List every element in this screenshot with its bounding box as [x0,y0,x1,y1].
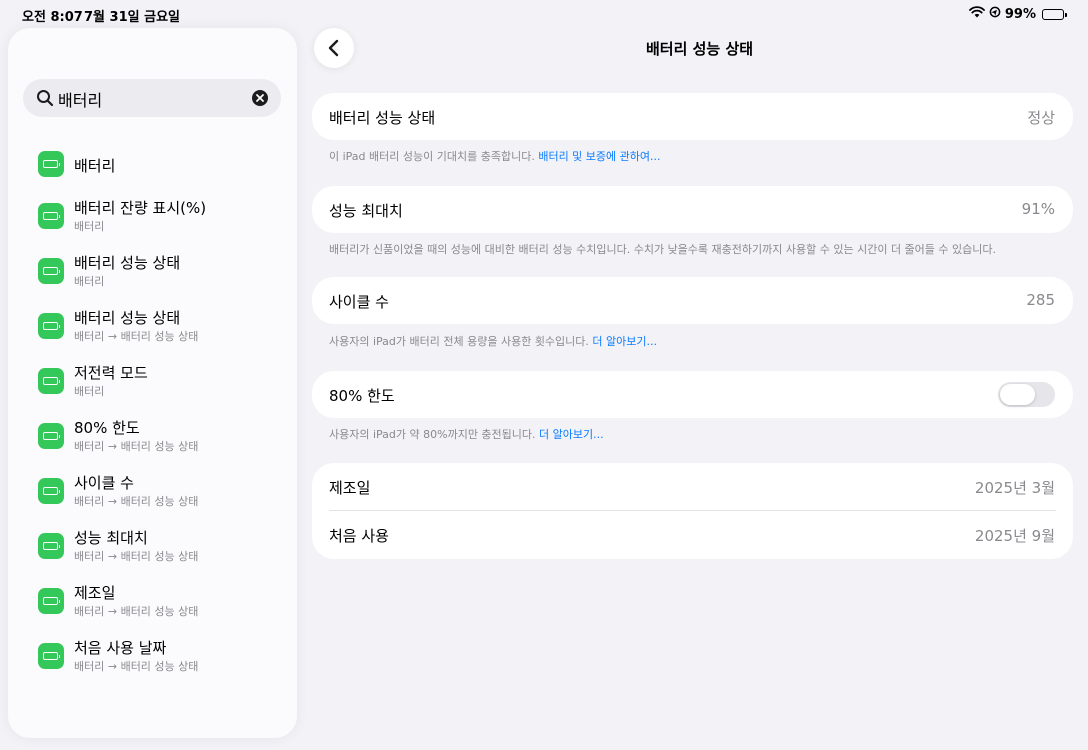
max-capacity-caption: 배터리가 신품이었을 때의 성능에 대비한 배터리 성능 수치입니다. 수치가 … [329,241,996,257]
status-time: 오전 8:07 [22,10,83,25]
row-value: 2025년 9월 [974,527,1055,545]
row-label: 배터리 성능 상태 [329,109,436,127]
result-subtitle: 배터리 [74,385,105,398]
dates-card: 제조일 2025년 3월 처음 사용 2025년 9월 [312,463,1073,559]
result-title: 배터리 성능 상태 [74,254,181,272]
caption-text: 사용자의 iPad가 약 80%까지만 충전됩니다. [329,428,536,441]
first-use-row: 처음 사용 2025년 9월 [312,511,1073,558]
row-label: 처음 사용 [329,527,389,545]
learn-more-link[interactable]: 더 알아보기... [539,428,604,441]
row-value: 91% [1021,200,1055,218]
result-subtitle: 배터리 → 배터리 성능 상태 [74,495,199,508]
battery-app-icon [38,478,64,504]
toggle-knob [1000,384,1035,405]
search-result-item[interactable]: 80% 한도 배터리 → 배터리 성능 상태 [8,417,297,465]
battery-app-icon [38,643,64,669]
cycle-count-row: 사이클 수 285 [312,277,1073,324]
battery-icon [1042,8,1067,20]
search-result-item[interactable]: 저전력 모드 배터리 [8,362,297,410]
row-value: 2025년 3월 [974,479,1055,497]
battery-app-icon [38,258,64,284]
battery-app-icon [38,313,64,339]
battery-warranty-link[interactable]: 배터리 및 보증에 관하여... [538,150,660,163]
cycle-count-card: 사이클 수 285 [312,277,1073,324]
search-result-item[interactable]: 성능 최대치 배터리 → 배터리 성능 상태 [8,527,297,575]
result-subtitle: 배터리 → 배터리 성능 상태 [74,660,199,673]
caption-text: 이 iPad 배터리 성능이 기대치를 충족합니다. [329,150,535,163]
caption-text: 배터리가 신품이었을 때의 성능에 대비한 배터리 성능 수치입니다. 수치가 … [329,243,997,256]
status-date: 7월 31일 금요일 [84,10,180,25]
result-subtitle: 배터리 → 배터리 성능 상태 [74,330,199,343]
caption-text: 사용자의 iPad가 배터리 전체 용량을 사용한 횟수입니다. [329,335,589,348]
result-subtitle: 배터리 [74,275,105,288]
max-capacity-row: 성능 최대치 91% [312,186,1073,233]
result-title: 성능 최대치 [74,529,148,547]
row-value: 정상 [1027,109,1055,127]
result-title: 사이클 수 [74,474,134,492]
battery-app-icon [38,203,64,229]
result-title: 배터리 [74,157,116,175]
result-subtitle: 배터리 [74,220,105,233]
cycle-count-caption: 사용자의 iPad가 배터리 전체 용량을 사용한 횟수입니다. 더 알아보기.… [329,333,657,349]
learn-more-link[interactable]: 더 알아보기... [592,335,657,348]
wifi-icon [968,6,985,22]
clear-icon[interactable] [252,90,268,106]
search-result-item[interactable]: 배터리 성능 상태 배터리 → 배터리 성능 상태 [8,307,297,355]
search-icon [36,89,54,107]
page-title: 배터리 성능 상태 [646,40,754,58]
row-label: 제조일 [329,479,371,497]
search-result-item[interactable]: 배터리 잔량 표시(%) 배터리 [8,197,297,245]
battery-health-caption: 이 iPad 배터리 성능이 기대치를 충족합니다. 배터리 및 보증에 관하여… [329,148,661,164]
result-title: 80% 한도 [74,419,140,437]
charge-limit-card: 80% 한도 [312,371,1073,418]
result-title: 배터리 잔량 표시(%) [74,199,207,217]
row-label: 성능 최대치 [329,202,403,220]
search-field[interactable]: 배터리 [23,79,281,117]
battery-app-icon [38,151,64,177]
battery-health-card: 배터리 성능 상태 정상 [312,93,1073,140]
charge-limit-caption: 사용자의 iPad가 약 80%까지만 충전됩니다. 더 알아보기... [329,426,604,442]
result-title: 저전력 모드 [74,364,148,382]
search-result-item[interactable]: 배터리 성능 상태 배터리 [8,252,297,300]
charge-limit-row: 80% 한도 [312,371,1073,418]
battery-app-icon [38,368,64,394]
search-result-item[interactable]: 제조일 배터리 → 배터리 성능 상태 [8,582,297,630]
search-result-item[interactable]: 처음 사용 날짜 배터리 → 배터리 성능 상태 [8,637,297,685]
search-result-item[interactable]: 배터리 [8,146,297,194]
battery-app-icon [38,423,64,449]
row-value: 285 [1026,291,1055,309]
chevron-left-icon [328,39,339,57]
battery-app-icon [38,588,64,614]
row-label: 80% 한도 [329,387,395,405]
result-title: 제조일 [74,584,116,602]
result-subtitle: 배터리 → 배터리 성능 상태 [74,605,199,618]
row-label: 사이클 수 [329,293,389,311]
search-result-item[interactable]: 사이클 수 배터리 → 배터리 성능 상태 [8,472,297,520]
result-title: 처음 사용 날짜 [74,639,167,657]
status-right: 99% [968,6,1067,22]
manufacture-date-row: 제조일 2025년 3월 [312,463,1073,511]
battery-percent: 99% [1004,6,1036,22]
charge-limit-toggle[interactable] [998,382,1055,407]
result-subtitle: 배터리 → 배터리 성능 상태 [74,440,199,453]
sidebar: 배터리 배터리 배터리 잔량 표시(%) 배터리 배터리 성능 상태 배터리 배… [8,28,297,738]
location-icon [989,6,1001,22]
max-capacity-card: 성능 최대치 91% [312,186,1073,233]
result-title: 배터리 성능 상태 [74,309,181,327]
battery-app-icon [38,533,64,559]
result-subtitle: 배터리 → 배터리 성능 상태 [74,550,199,563]
search-input[interactable]: 배터리 [58,87,102,111]
battery-health-row: 배터리 성능 상태 정상 [312,93,1073,140]
back-button[interactable] [314,28,354,68]
status-bar: 오전 8:07 7월 31일 금요일 99% [0,0,1088,28]
